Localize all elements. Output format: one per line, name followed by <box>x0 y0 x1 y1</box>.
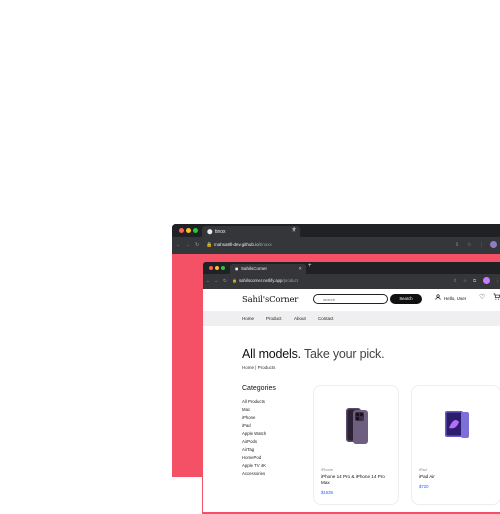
search-button[interactable]: Search <box>390 294 422 304</box>
nav-contact[interactable]: Contact <box>318 316 334 321</box>
category-item[interactable]: Apple Watch <box>242 431 266 436</box>
search-input[interactable]: search <box>313 294 388 304</box>
category-item[interactable]: iPhone <box>242 415 255 420</box>
new-tab-icon[interactable]: + <box>292 226 296 233</box>
product-card[interactable]: iPhone iPhone 14 Pro & iPhone 14 Pro Max… <box>313 385 399 505</box>
minimize-window-dot[interactable] <box>186 228 191 233</box>
outer-tab[interactable]: ⬤ tinox ✕ <box>202 226 300 237</box>
profile-avatar[interactable] <box>490 241 497 248</box>
inner-forward-icon[interactable]: → <box>214 278 219 283</box>
iphone-product-image <box>346 408 368 444</box>
category-item[interactable]: Accessories <box>242 471 265 476</box>
inner-tab-favicon: ◼ <box>235 266 239 271</box>
category-item[interactable]: AirPods <box>242 439 257 444</box>
outer-page-corner <box>172 477 202 514</box>
inner-profile-avatar[interactable] <box>483 277 490 284</box>
category-item[interactable]: Mac <box>242 407 250 412</box>
inner-new-tab-icon[interactable]: + <box>308 263 312 269</box>
breadcrumb[interactable]: Home | Products <box>242 365 275 370</box>
inner-tab-bar: ◼ SahilsCorner ✕ + <box>203 262 500 274</box>
inner-url[interactable]: sahilscorner.netlify.app/product <box>239 278 298 283</box>
back-icon[interactable]: ← <box>176 242 181 248</box>
inner-close-tab-icon[interactable]: ✕ <box>298 266 302 272</box>
category-item[interactable]: iPad <box>242 423 251 428</box>
inner-url-path: /product <box>282 278 298 283</box>
inner-maximize-dot[interactable] <box>221 266 225 270</box>
outer-tab-title: tinox <box>215 229 226 235</box>
ipad-product-image <box>445 411 469 438</box>
website: Sahil'sCorner search Search Hello, User … <box>203 289 500 512</box>
category-item[interactable]: AirTag <box>242 447 254 452</box>
outer-url-path: /tinoxx <box>258 242 272 247</box>
main-navbar: Home Product About Contact + <box>203 311 500 326</box>
inner-tab-title: SahilsCorner <box>241 266 268 271</box>
product-category: iPad <box>419 468 427 472</box>
inner-share-icon[interactable]: ⇪ <box>453 278 457 284</box>
category-item[interactable]: Apple TV 4K <box>242 463 266 468</box>
inner-reload-icon[interactable]: ↻ <box>223 278 227 284</box>
outer-url-domain: mahsa8ll-dev.github.io <box>214 242 259 247</box>
extensions-icon[interactable]: ⋮ <box>479 242 484 248</box>
product-category: iPhone <box>321 468 333 472</box>
product-name[interactable]: iPad Air <box>419 474 489 480</box>
product-price: $1539 <box>321 490 333 495</box>
reload-icon[interactable]: ↻ <box>195 242 199 248</box>
inner-lock-icon: 🔒 <box>232 278 237 283</box>
product-name[interactable]: iPhone 14 Pro & iPhone 14 Pro Max <box>321 474 391 486</box>
forward-icon[interactable]: → <box>185 242 190 248</box>
share-icon[interactable]: ⇪ <box>455 242 459 248</box>
product-card[interactable]: iPad iPad Air $720 <box>411 385 500 505</box>
outer-tab-favicon: ⬤ <box>207 229 213 235</box>
star-icon[interactable]: ☆ <box>467 242 471 248</box>
inner-star-icon[interactable]: ☆ <box>463 278 467 284</box>
heart-icon[interactable]: ♡ <box>479 293 485 301</box>
page-title: All models. Take your pick. <box>242 347 385 361</box>
inner-menu-icon[interactable]: ⋮ <box>495 278 500 284</box>
inner-address-row: ← → ↻ 🔒 sahilscorner.netlify.app/product… <box>203 274 500 289</box>
outer-address-row: ← → ↻ 🔒 mahsa8ll-dev.github.io/tinoxx ⇪ … <box>172 237 500 254</box>
outer-tab-bar: ⬤ tinox ✕ + <box>172 224 500 237</box>
nav-home[interactable]: Home <box>242 316 254 321</box>
user-greeting[interactable]: Hello, User <box>444 296 466 301</box>
inner-back-icon[interactable]: ← <box>206 278 211 283</box>
page-title-bold: All models. <box>242 347 301 361</box>
site-logo[interactable]: Sahil'sCorner <box>242 295 298 305</box>
inner-minimize-dot[interactable] <box>215 266 219 270</box>
page-title-rest: Take your pick. <box>304 347 385 361</box>
inner-tab[interactable]: ◼ SahilsCorner ✕ <box>230 264 306 274</box>
nav-about[interactable]: About <box>294 316 306 321</box>
inner-close-dot[interactable] <box>209 266 213 270</box>
inner-url-domain: sahilscorner.netlify.app <box>239 278 283 283</box>
close-window-dot[interactable] <box>179 228 184 233</box>
categories-title: Categories <box>242 385 276 392</box>
inner-puzzle-icon[interactable]: ⧉ <box>473 278 476 283</box>
inner-browser-window: ◼ SahilsCorner ✕ + ← → ↻ 🔒 sahilscorner.… <box>203 262 500 512</box>
nav-product[interactable]: Product <box>266 316 282 321</box>
cart-icon[interactable] <box>493 293 500 302</box>
product-price: $720 <box>419 484 429 489</box>
category-item[interactable]: All Products <box>242 399 265 404</box>
lock-icon: 🔒 <box>206 242 213 248</box>
outer-url[interactable]: mahsa8ll-dev.github.io/tinoxx <box>214 242 272 247</box>
maximize-window-dot[interactable] <box>193 228 198 233</box>
category-item[interactable]: HomePod <box>242 455 261 460</box>
user-icon[interactable] <box>435 294 441 302</box>
